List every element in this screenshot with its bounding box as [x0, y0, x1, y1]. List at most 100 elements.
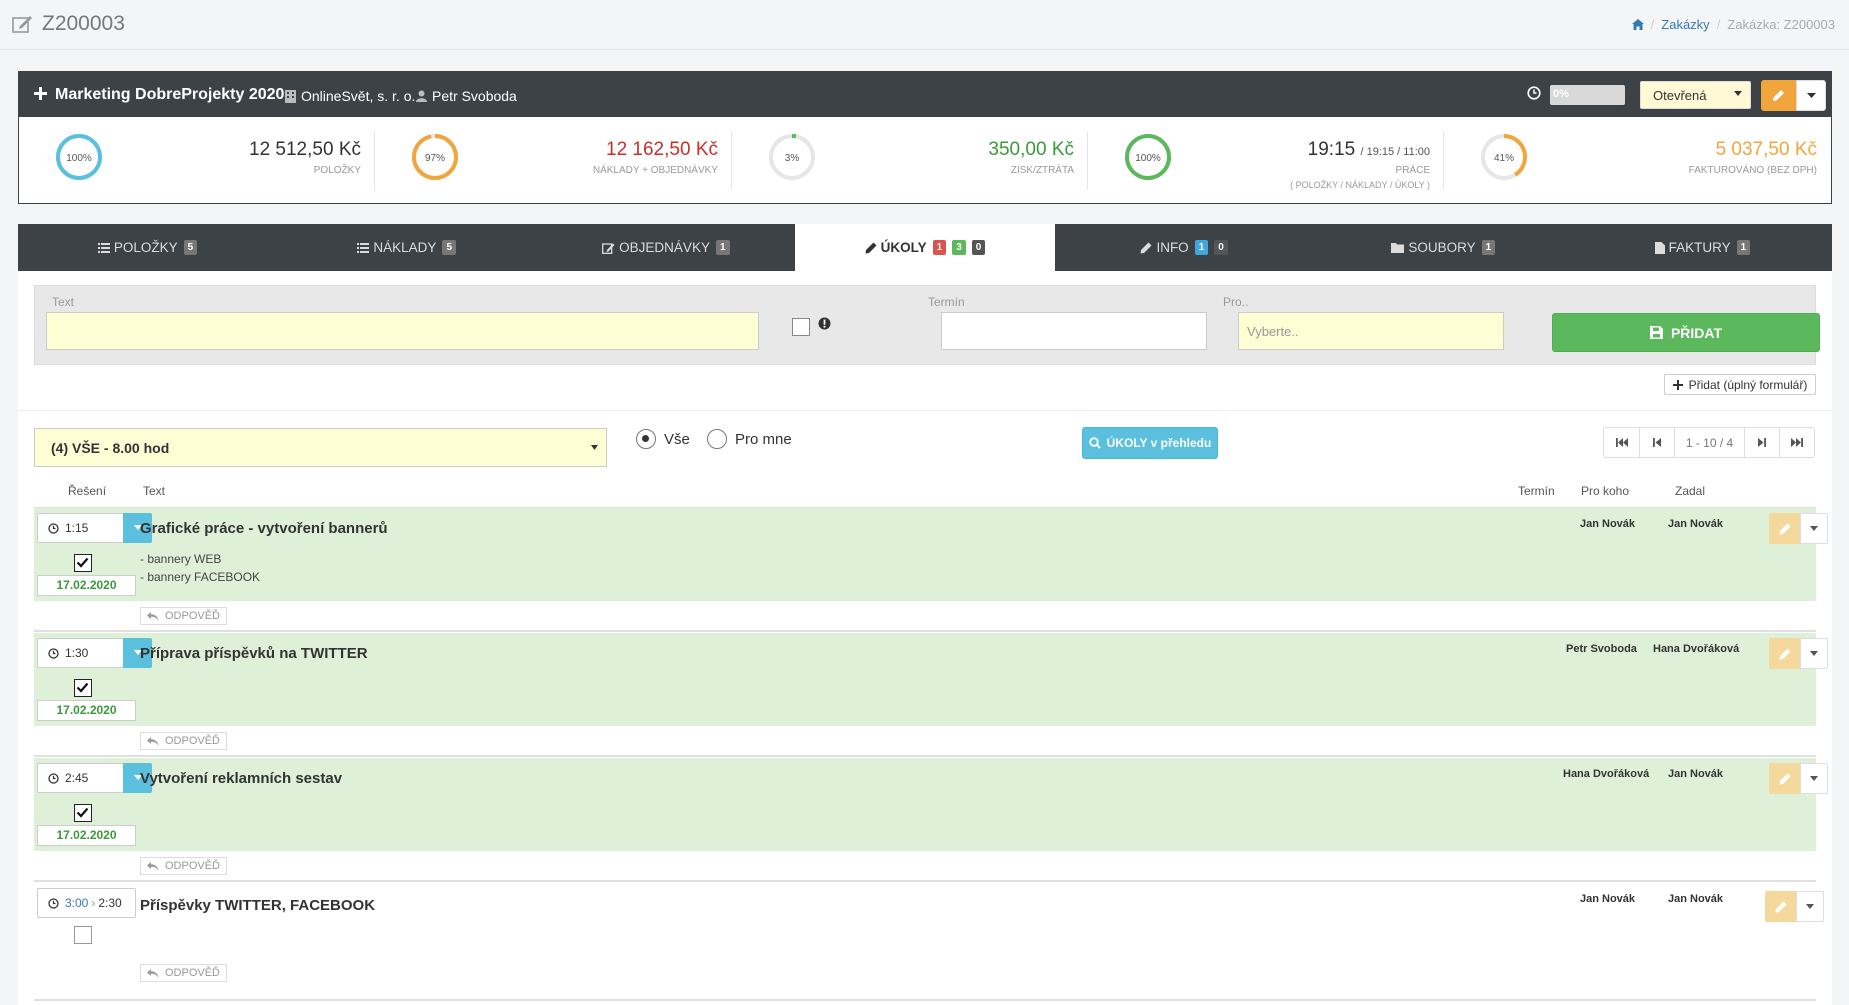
task-actions-dropdown[interactable]	[1800, 638, 1828, 669]
order-actions-dropdown[interactable]	[1796, 80, 1826, 111]
list-icon	[357, 242, 370, 253]
stat-4: 41% 5 037,50 Kč FAKTUROVÁNO (BEZ DPH)	[1444, 117, 1831, 205]
tab-count: 5	[183, 240, 198, 255]
last-page-icon	[1791, 438, 1803, 447]
task-done-checkbox[interactable]	[74, 679, 92, 697]
task-time-planned: 3:00	[65, 896, 89, 910]
last-page-button[interactable]	[1779, 428, 1814, 457]
task-time-spent: 2:45	[65, 771, 89, 785]
important-checkbox[interactable]	[792, 318, 810, 336]
folder-icon	[1391, 243, 1405, 253]
tab-info[interactable]: INFO 1 0	[1055, 224, 1314, 271]
save-icon	[1649, 326, 1663, 339]
caret-down-icon	[1810, 776, 1818, 781]
task-done-checkbox[interactable]	[74, 926, 92, 944]
task-assignee: Jan Novák	[1580, 518, 1636, 530]
tab-icon	[357, 242, 370, 253]
caret-down-icon	[1806, 93, 1816, 98]
tab-soubory[interactable]: SOUBORY 1	[1314, 224, 1573, 271]
stat-value-main: 12 162,50 Kč	[606, 139, 718, 160]
plus-icon[interactable]	[34, 87, 47, 100]
task-text-input[interactable]	[46, 312, 759, 350]
tab-label: INFO	[1156, 240, 1189, 255]
progress-ring: 41%	[1481, 134, 1527, 180]
prev-page-button[interactable]	[1639, 428, 1674, 457]
breadcrumb-zakazky[interactable]: Zakázky	[1661, 17, 1709, 32]
edit-task-button[interactable]	[1769, 763, 1800, 794]
for-select[interactable]: Vyberte..	[1238, 312, 1504, 350]
task-assigned-by: Jan Novák	[1668, 893, 1724, 905]
task-assignee: Petr Svoboda	[1566, 643, 1637, 655]
task-done-checkbox[interactable]	[74, 554, 92, 572]
home-icon[interactable]	[1631, 19, 1644, 30]
order-company: OnlineSvět, s. r. o.	[285, 88, 415, 104]
pager: 1 - 10 / 4	[1603, 427, 1815, 458]
next-page-button[interactable]	[1744, 428, 1779, 457]
reply-button[interactable]: ODPOVĚĎ	[140, 607, 227, 625]
task-title: Grafické práce - vytvoření bannerů	[140, 520, 388, 537]
radio-me-button[interactable]	[707, 429, 727, 449]
tab-icon	[865, 242, 877, 254]
reply-button[interactable]: ODPOVĚĎ	[140, 964, 227, 982]
stat-value: 12 162,50 Kč	[606, 139, 718, 161]
add-task-button[interactable]: PŘIDAT	[1552, 313, 1820, 352]
task-date: 17.02.2020	[37, 700, 136, 721]
task-time-box[interactable]: 3:00 › 2:30	[37, 888, 136, 918]
edit-order-button[interactable]	[1761, 80, 1796, 111]
tab-ukoly[interactable]: ÚKOLY 1 3 0	[795, 224, 1055, 271]
edit-task-button[interactable]	[1765, 891, 1796, 922]
tab-icon	[97, 242, 110, 253]
radio-all[interactable]: Vše	[636, 429, 690, 449]
pencil-icon	[865, 242, 877, 253]
status-select[interactable]: Otevřená	[1640, 81, 1751, 109]
page-info: 1 - 10 / 4	[1674, 428, 1744, 457]
caret-down-icon	[1810, 651, 1818, 656]
tab-objednavky[interactable]: OBJEDNÁVKY 1	[536, 224, 795, 271]
order-header: Marketing DobreProjekty 2020 OnlineSvět,…	[19, 72, 1831, 117]
tab-naklady[interactable]: NÁKLADY 5	[277, 224, 536, 271]
task-divider	[34, 755, 1816, 757]
stat-value-main: 350,00 Kč	[988, 139, 1074, 160]
clock-icon	[1527, 86, 1541, 100]
reply-icon	[146, 736, 159, 746]
radio-all-button[interactable]	[636, 429, 656, 449]
pencil-icon	[1773, 90, 1784, 101]
task-actions-dropdown[interactable]	[1800, 513, 1828, 544]
task-row: 2:45 17.02.2020 Vytvoření reklamních sesta…	[34, 758, 1828, 883]
column-for: Pro koho	[1581, 484, 1630, 498]
edit-task-button[interactable]	[1769, 513, 1800, 544]
edit-task-button[interactable]	[1769, 638, 1800, 669]
task-time-box[interactable]: 1:15	[37, 513, 125, 543]
task-time-box[interactable]: 1:30	[37, 638, 125, 668]
breadcrumb-separator: /	[1716, 17, 1721, 32]
task-time-box[interactable]: 2:45	[37, 763, 125, 793]
order-progress-bar: 0%	[1550, 85, 1625, 105]
tab-count: 1	[1481, 240, 1496, 255]
progress-ring: 100%	[56, 134, 102, 180]
task-actions-dropdown[interactable]	[1800, 763, 1828, 794]
task-row: 3:00 › 2:30 Příspěvky TWITTER, FACEBOOK Jan …	[34, 883, 1824, 1005]
reply-button[interactable]: ODPOVĚĎ	[140, 857, 227, 875]
term-input[interactable]	[941, 312, 1207, 350]
task-done-checkbox[interactable]	[74, 804, 92, 822]
task-description-line: - bannery FACEBOOK	[140, 570, 261, 584]
checkmark-icon	[76, 557, 89, 568]
edit-icon	[602, 242, 615, 254]
tasks-overview-button[interactable]: ÚKOLY v přehledu	[1082, 427, 1218, 459]
tab-polozky[interactable]: POLOŽKY 5	[18, 224, 277, 271]
first-page-button[interactable]	[1604, 428, 1639, 457]
add-full-form-button[interactable]: Přidat (úplný formulář)	[1664, 374, 1816, 395]
radio-me-label: Pro mne	[735, 430, 792, 448]
stat-value-main: 19:15	[1307, 139, 1356, 160]
task-divider	[34, 630, 1816, 632]
tab-label: ÚKOLY	[880, 240, 927, 255]
radio-me[interactable]: Pro mne	[707, 429, 792, 449]
task-filter-select[interactable]: (4) VŠE - 8.00 hod	[34, 428, 607, 467]
tab-count: 3	[952, 240, 966, 255]
reply-button[interactable]: ODPOVĚĎ	[140, 732, 227, 750]
clock-icon	[48, 647, 59, 659]
tab-faktury[interactable]: FAKTURY 1	[1573, 224, 1832, 271]
task-actions-dropdown[interactable]	[1796, 891, 1824, 922]
divider	[18, 410, 1832, 411]
reply-label: ODPOVĚĎ	[164, 735, 220, 747]
